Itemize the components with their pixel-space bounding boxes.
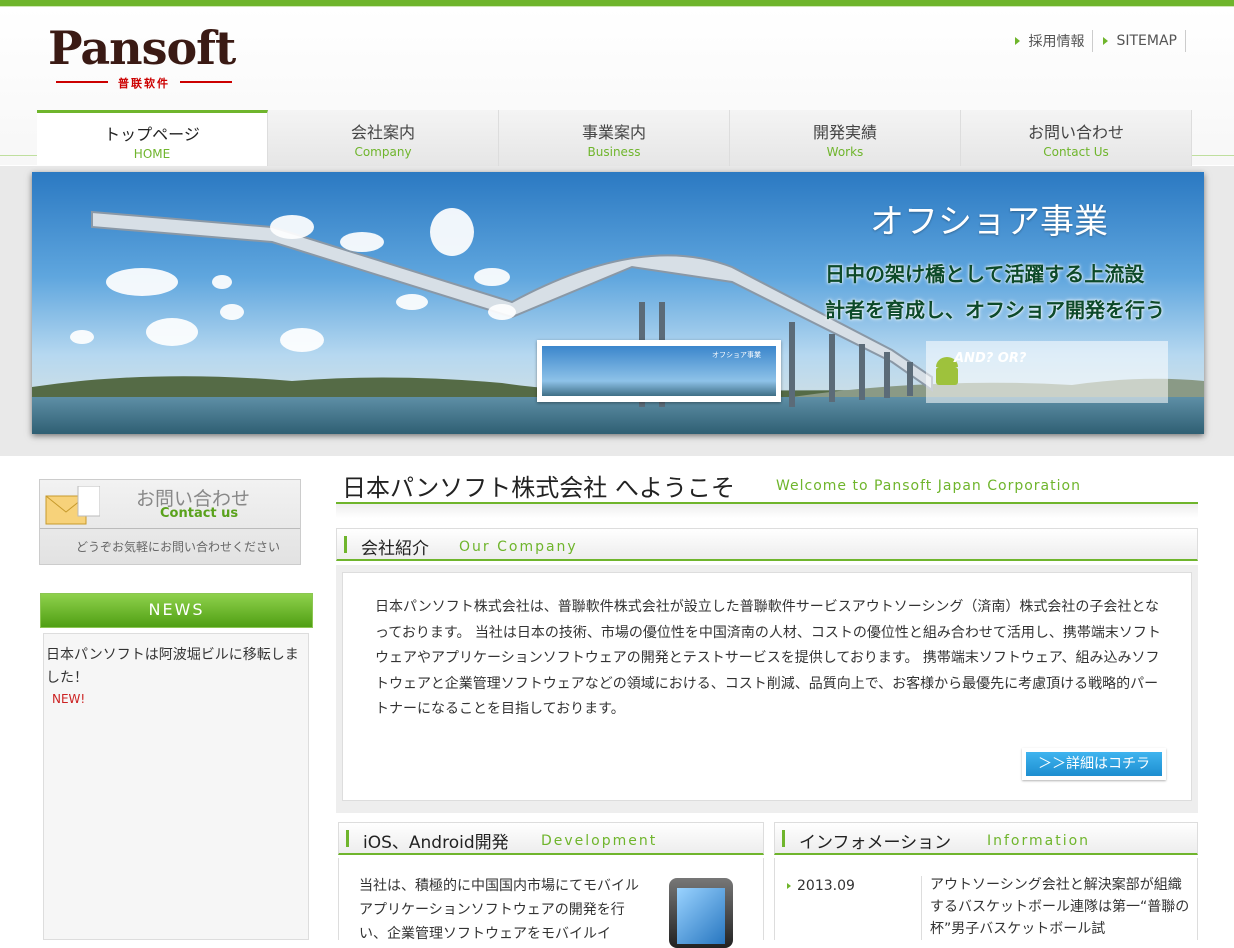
slide-thumbnail-2[interactable]: AND? OR? xyxy=(926,341,1168,403)
about-text: 日本パンソフト株式会社は、普聯軟件株式会社が設立した普聯軟件サービスアウトソーシ… xyxy=(375,599,1161,717)
contact-message: どうぞお気軽にお問い合わせください xyxy=(76,540,281,554)
info-date: 2013.09 xyxy=(787,878,855,894)
top-links: 採用情報 SITEMAP xyxy=(1005,29,1186,53)
dev-text: 当社は、積極的に中国国内市場にてモバイルアプリケーションソフトウェアの開発を行い… xyxy=(359,878,639,942)
thumbnail-image: オフショア事業 xyxy=(542,346,776,396)
welcome-title: 日本パンソフト株式会社 へようこそ xyxy=(342,474,735,502)
dev-section: 当社は、積極的に中国国内市場にてモバイルアプリケーションソフトウェアの開発を行い… xyxy=(338,858,764,948)
recruit-link[interactable]: 採用情報 xyxy=(1005,30,1094,52)
new-badge: NEW! xyxy=(52,692,86,706)
hero-title: オフショア事業 xyxy=(870,202,1108,242)
logo-subtitle: 普联软件 xyxy=(56,75,232,91)
about-subtitle: Our Company xyxy=(459,539,578,555)
heading-marker xyxy=(344,536,347,553)
about-content: 日本パンソフト株式会社は、普聯軟件株式会社が設立した普聯軟件サービスアウトソーシ… xyxy=(342,572,1192,801)
details-button[interactable]: ＞＞詳細はコチラ xyxy=(1022,748,1166,780)
details-button-label: ＞＞詳細はコチラ xyxy=(1026,752,1162,776)
nav-label-en: Company xyxy=(354,145,412,159)
hero-line-1: 日中の架け橋として活躍する上流設 xyxy=(825,262,1145,286)
smartphone-icon xyxy=(669,878,733,948)
recruit-link-label: 採用情報 xyxy=(1028,34,1085,50)
heading-marker xyxy=(782,830,785,847)
nav-label-en: Business xyxy=(587,145,641,159)
arrow-right-icon xyxy=(787,883,791,889)
thumbnail-caption: AND? OR? xyxy=(954,351,1027,366)
nav-item-contact[interactable]: お問い合わせ Contact Us xyxy=(961,110,1192,166)
nav-label-en: Contact Us xyxy=(1043,145,1109,159)
news-heading: NEWS xyxy=(40,593,313,628)
logo-text: Pansoft xyxy=(48,21,236,75)
hero-line-2: 計者を育成し、オフショア開発を行う xyxy=(825,298,1165,322)
sitemap-link[interactable]: SITEMAP xyxy=(1093,30,1186,52)
heading-shadow xyxy=(336,504,1198,518)
nav-label-jp: 開発実績 xyxy=(812,123,877,142)
heading-marker xyxy=(346,830,349,847)
nav-item-home[interactable]: トップページ HOME xyxy=(37,110,268,166)
dev-subtitle: Development xyxy=(541,833,658,849)
contact-subtitle: Contact us xyxy=(160,506,239,521)
nav-label-jp: トップページ xyxy=(104,125,200,144)
info-title: インフォメーション xyxy=(799,833,952,853)
sitemap-link-label: SITEMAP xyxy=(1116,33,1177,49)
arrow-right-icon xyxy=(1015,37,1021,45)
news-list: 日本パンソフトは阿波堀ビルに移転しました！ NEW! xyxy=(43,633,309,940)
nav-item-business[interactable]: 事業案内 Business xyxy=(499,110,730,166)
nav-label-jp: 会社案内 xyxy=(350,123,415,142)
slide-thumbnail-1[interactable]: オフショア事業 xyxy=(537,340,781,402)
news-item[interactable]: 日本パンソフトは阿波堀ビルに移転しました！ xyxy=(46,644,306,690)
info-subtitle: Information xyxy=(987,833,1091,849)
envelope-icon xyxy=(45,486,100,525)
thumbnail-caption: オフショア事業 xyxy=(712,351,761,359)
main-nav: トップページ HOME 会社案内 Company 事業案内 Business 開… xyxy=(37,110,1194,166)
nav-label-jp: 事業案内 xyxy=(581,123,646,142)
arrow-right-icon xyxy=(1103,37,1109,45)
welcome-heading: 日本パンソフト株式会社 へようこそ Welcome to Pansoft Jap… xyxy=(336,468,1198,504)
nav-label-en: Works xyxy=(826,145,864,159)
nav-label-jp: お問い合わせ xyxy=(1027,123,1124,142)
info-heading: インフォメーション Information xyxy=(774,822,1198,855)
contact-banner[interactable]: お問い合わせ Contact us どうぞお気軽にお問い合わせください xyxy=(39,479,301,565)
nav-label-en: HOME xyxy=(133,147,171,161)
pansoft-logo[interactable]: Pansoft 普联软件 xyxy=(48,21,238,91)
info-item[interactable]: アウトソーシング会社と解決案部が組織するバスケットボール連隊は第一“普聯の杯”男… xyxy=(930,874,1192,940)
dev-heading: iOS、Android開発 Development xyxy=(338,822,764,855)
info-section: 2013.09 アウトソーシング会社と解決案部が組織するバスケットボール連隊は第… xyxy=(774,858,1198,940)
about-title: 会社紹介 xyxy=(361,539,429,559)
nav-item-company[interactable]: 会社案内 Company xyxy=(268,110,499,166)
divider xyxy=(921,876,922,940)
info-date-text: 2013.09 xyxy=(797,878,855,894)
divider xyxy=(40,528,300,529)
about-heading: 会社紹介 Our Company xyxy=(336,528,1198,561)
hero-banner: オフショア事業 日中の架け橋として活躍する上流設 計者を育成し、オフショア開発を… xyxy=(32,172,1204,434)
nav-item-works[interactable]: 開発実績 Works xyxy=(730,110,961,166)
welcome-subtitle: Welcome to Pansoft Japan Corporation xyxy=(776,478,1081,494)
dev-title: iOS、Android開発 xyxy=(363,833,509,853)
